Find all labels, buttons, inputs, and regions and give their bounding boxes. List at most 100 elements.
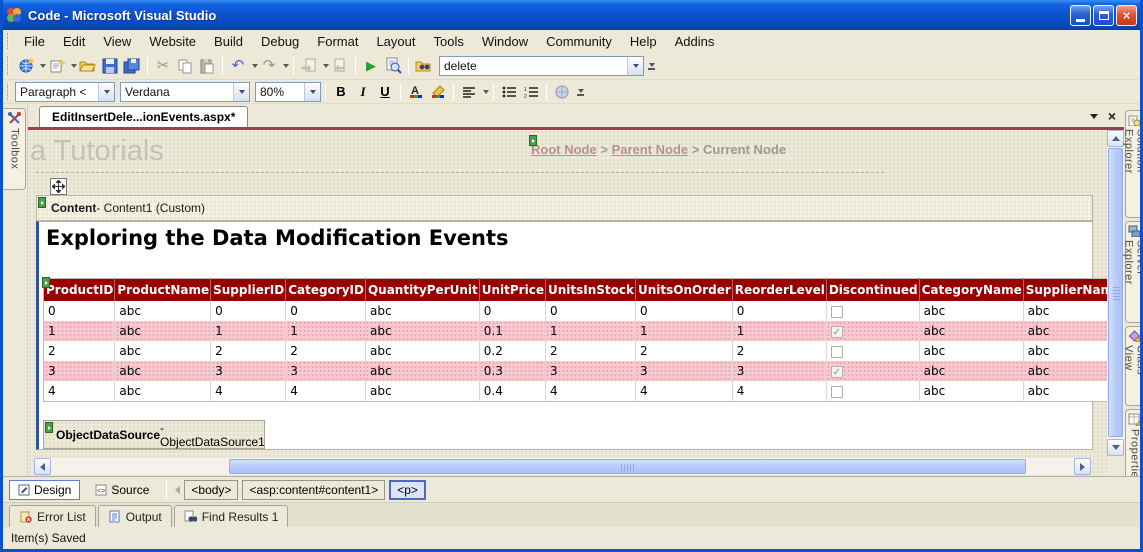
font-name-arrow[interactable] — [233, 83, 249, 101]
toolbar-grip[interactable] — [7, 56, 10, 75]
output-tab[interactable]: Output — [98, 505, 172, 527]
menu-item-file[interactable]: File — [15, 32, 54, 51]
block-format-arrow[interactable] — [98, 83, 114, 101]
status-text: Item(s) Saved — [11, 531, 86, 545]
tab-solution-explorer[interactable]: Solution Explorer — [1125, 110, 1143, 218]
menu-item-layout[interactable]: Layout — [367, 32, 424, 51]
font-size-arrow[interactable] — [304, 83, 320, 101]
smart-tag-glyph[interactable] — [42, 277, 50, 288]
copy-button[interactable] — [174, 55, 196, 77]
new-website-button[interactable] — [15, 55, 37, 77]
content-panel[interactable]: Exploring the Data Modification Events P… — [36, 221, 1093, 450]
scroll-down-icon[interactable] — [1107, 439, 1124, 456]
command-combobox[interactable]: delete — [439, 56, 644, 76]
datasource-detail: - ObjectDataSource1 — [160, 421, 265, 449]
align-dropdown[interactable] — [483, 90, 489, 94]
gridview[interactable]: ProductIDProductNameSupplierIDCategoryID… — [43, 278, 1107, 402]
horizontal-scrollbar[interactable] — [34, 458, 1091, 475]
menu-item-tools[interactable]: Tools — [425, 32, 473, 51]
underline-button[interactable]: U — [374, 81, 396, 103]
save-button[interactable] — [99, 55, 121, 77]
align-button[interactable] — [458, 81, 480, 103]
close-document-icon[interactable]: × — [1108, 109, 1116, 123]
vertical-scrollbar[interactable] — [1107, 130, 1124, 456]
start-debug-icon[interactable]: ▶ — [360, 55, 382, 77]
smart-tag-glyph[interactable] — [45, 422, 53, 433]
find-in-files-button[interactable] — [413, 55, 435, 77]
grid-header-supplierid: SupplierID — [211, 279, 286, 302]
toolbar-overflow-icon[interactable] — [648, 62, 655, 70]
tab-class-view[interactable]: Class View — [1125, 326, 1143, 406]
menu-item-community[interactable]: Community — [537, 32, 621, 51]
minimize-button[interactable] — [1070, 5, 1091, 26]
menu-item-help[interactable]: Help — [621, 32, 666, 51]
menu-item-window[interactable]: Window — [473, 32, 537, 51]
navigate-backward-button[interactable] — [298, 55, 320, 77]
scroll-right-icon[interactable] — [1074, 458, 1091, 475]
error-list-tab[interactable]: Error List — [9, 505, 96, 527]
document-tab[interactable]: EditInsertDele...ionEvents.aspx* — [39, 106, 248, 127]
menu-item-format[interactable]: Format — [308, 32, 367, 51]
design-surface[interactable]: a Tutorials Root Node > Parent Node > Cu… — [28, 130, 1107, 476]
font-name-combobox[interactable]: Verdana — [120, 82, 250, 102]
breadcrumb-root-link[interactable]: Root Node — [531, 142, 597, 157]
tab-label: Output — [126, 510, 162, 524]
maximize-button[interactable] — [1093, 5, 1114, 26]
grid-cell: 0.4 — [479, 381, 545, 402]
toolbox-tab[interactable]: Toolbox — [4, 108, 26, 190]
move-handle-icon[interactable] — [50, 178, 67, 195]
undo-icon[interactable]: ↶ — [227, 55, 249, 77]
add-item-button[interactable] — [46, 55, 68, 77]
design-view-button[interactable]: Design — [9, 480, 80, 500]
content-control-header[interactable]: Content - Content1 (Custom) — [36, 195, 1093, 221]
highlight-button[interactable] — [427, 81, 449, 103]
horizontal-scroll-thumb[interactable] — [229, 459, 1026, 474]
tag-p-button[interactable]: <p> — [389, 480, 426, 500]
scroll-left-icon[interactable] — [34, 458, 51, 475]
grid-header-suppliername: SupplierName — [1023, 279, 1107, 302]
bold-button[interactable]: B — [330, 81, 352, 103]
command-combobox-arrow[interactable] — [627, 57, 643, 75]
hyperlink-button[interactable] — [551, 81, 573, 103]
breadcrumb-parent-link[interactable]: Parent Node — [612, 142, 689, 157]
font-size-combobox[interactable]: 80% — [255, 82, 321, 102]
scroll-up-icon[interactable] — [1107, 130, 1124, 147]
menu-item-website[interactable]: Website — [140, 32, 205, 51]
tab-server-explorer[interactable]: Server Explorer — [1125, 221, 1143, 323]
menu-grip[interactable] — [7, 33, 10, 48]
numbered-list-button[interactable]: 12 — [520, 81, 542, 103]
block-format-combobox[interactable]: Paragraph < — [15, 82, 115, 102]
grid-cell: 0 — [44, 301, 115, 321]
open-file-button[interactable] — [77, 55, 99, 77]
menu-item-debug[interactable]: Debug — [252, 32, 308, 51]
cut-icon[interactable]: ✂ — [152, 55, 174, 77]
smart-tag-glyph[interactable] — [38, 197, 46, 208]
redo-dropdown[interactable] — [283, 64, 289, 68]
menu-item-edit[interactable]: Edit — [54, 32, 94, 51]
grid-cell: 4 — [44, 381, 115, 402]
toolbar-overflow-icon[interactable] — [577, 88, 584, 96]
menu-item-addins[interactable]: Addins — [666, 32, 724, 51]
objectdatasource-control[interactable]: ObjectDataSource - ObjectDataSource1 — [43, 420, 265, 449]
bullet-list-button[interactable] — [498, 81, 520, 103]
italic-button[interactable]: I — [352, 81, 374, 103]
tag-body-button[interactable]: <body> — [184, 480, 238, 500]
find-results-tab[interactable]: Find Results 1 — [174, 505, 289, 527]
save-all-button[interactable] — [121, 55, 143, 77]
tag-nav-back-icon[interactable] — [175, 486, 180, 494]
navigate-forward-button[interactable] — [329, 55, 351, 77]
redo-icon[interactable]: ↷ — [258, 55, 280, 77]
toolbar-grip[interactable] — [7, 83, 10, 99]
tag-aspcontent-button[interactable]: <asp:content#content1> — [242, 480, 385, 500]
menu-item-build[interactable]: Build — [205, 32, 252, 51]
paste-button[interactable] — [196, 55, 218, 77]
view-in-browser-button[interactable] — [382, 55, 404, 77]
smart-tag-glyph[interactable] — [529, 135, 537, 146]
tab-list-dropdown-icon[interactable] — [1090, 114, 1098, 119]
source-view-button[interactable]: <> Source — [86, 480, 158, 500]
vertical-scroll-thumb[interactable] — [1108, 148, 1123, 437]
font-color-button[interactable]: A — [405, 81, 427, 103]
close-button[interactable]: × — [1116, 5, 1137, 26]
menu-item-view[interactable]: View — [94, 32, 140, 51]
properties-icon — [1128, 413, 1141, 426]
